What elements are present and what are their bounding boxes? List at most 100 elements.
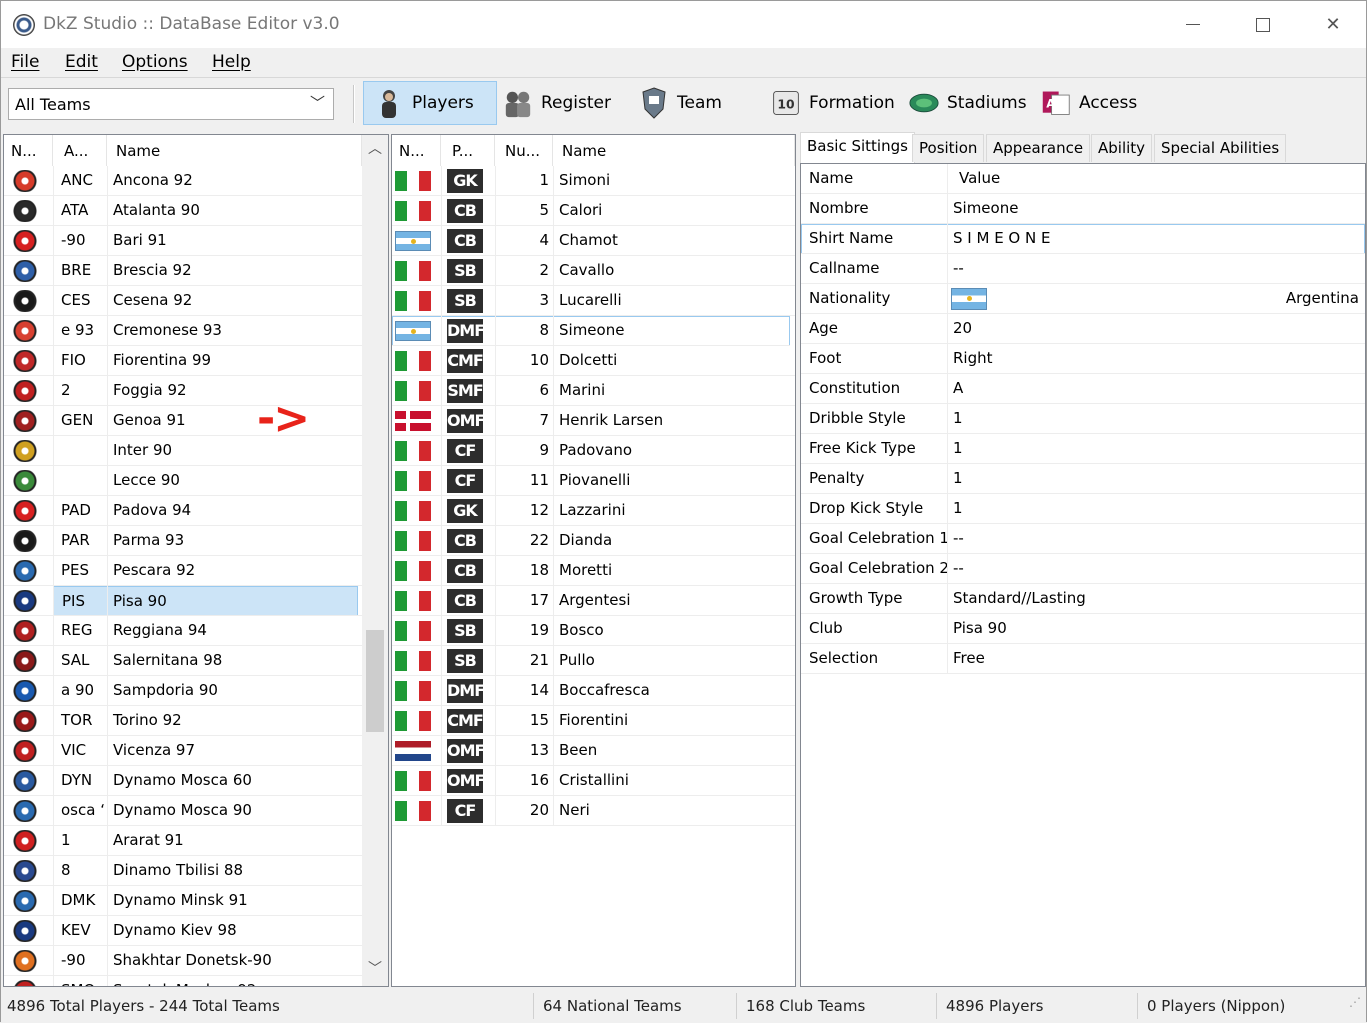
property-row[interactable]: Nombre Simeone	[801, 194, 1365, 224]
team-row[interactable]: 8 Dinamo Tbilisi 88	[4, 856, 362, 886]
player-row[interactable]: SB 3 Lucarelli	[392, 286, 795, 316]
column-header-position[interactable]: P...	[441, 135, 495, 166]
maximize-button[interactable]	[1228, 1, 1298, 48]
formation-button[interactable]: 10 Formation	[771, 81, 895, 125]
player-row[interactable]: CB 17 Argentesi	[392, 586, 795, 616]
team-row[interactable]: SMOSpartak Moskva 92	[4, 976, 362, 986]
team-row[interactable]: PIS Pisa 90	[4, 586, 362, 616]
register-button[interactable]: Register	[503, 81, 611, 125]
property-row[interactable]: Growth Type Standard//Lasting	[801, 584, 1365, 614]
player-row[interactable]: SMF 6 Marini	[392, 376, 795, 406]
teams-scrollbar[interactable]: ︿ ﹀	[362, 135, 388, 986]
column-header-nationality[interactable]: N...	[392, 135, 441, 166]
team-row[interactable]: GEN Genoa 91	[4, 406, 362, 436]
menu-options[interactable]: Options	[122, 52, 188, 72]
player-row[interactable]: GK 1 Simoni	[392, 166, 795, 196]
team-row[interactable]: ANC Ancona 92	[4, 166, 362, 196]
column-header-name[interactable]: Name	[107, 135, 362, 166]
team-row[interactable]: PES Pescara 92	[4, 556, 362, 586]
menu-edit[interactable]: Edit	[65, 52, 98, 72]
property-row[interactable]: Callname --	[801, 254, 1365, 284]
property-row[interactable]: Goal Celebration 1 --	[801, 524, 1365, 554]
close-button[interactable]: ✕	[1298, 1, 1367, 48]
access-button[interactable]: A Access	[1041, 81, 1137, 125]
property-row[interactable]: Goal Celebration 2 --	[801, 554, 1365, 584]
player-row[interactable]: OMF 16 Cristallini	[392, 766, 795, 796]
team-row[interactable]: 2 Foggia 92	[4, 376, 362, 406]
tab-ability[interactable]: Ability	[1091, 134, 1153, 162]
team-row[interactable]: ATA Atalanta 90	[4, 196, 362, 226]
teams-list[interactable]: N... A... Name ANC Ancona 92 ATA Atalanta 9…	[3, 134, 389, 987]
team-row[interactable]: TOR Torino 92	[4, 706, 362, 736]
team-row[interactable]: Lecce 90	[4, 466, 362, 496]
team-row[interactable]: PAR Parma 93	[4, 526, 362, 556]
property-grid[interactable]: Name Value Nombre Simeone Shirt Name S I M …	[800, 163, 1366, 987]
player-row[interactable]: CF 9 Padovano	[392, 436, 795, 466]
column-header-number[interactable]: Nu...	[495, 135, 553, 166]
menu-file[interactable]: File	[11, 52, 39, 72]
property-row[interactable]: Club Pisa 90	[801, 614, 1365, 644]
players-list[interactable]: N... P... Nu... Name GK 1 Simoni CB 5 Calori C…	[391, 134, 796, 987]
player-row[interactable]: CMF 15 Fiorentini	[392, 706, 795, 736]
team-row[interactable]: VIC Vicenza 97	[4, 736, 362, 766]
player-row[interactable]: CB 22 Dianda	[392, 526, 795, 556]
column-header-abbr[interactable]: A...	[53, 135, 107, 166]
player-row[interactable]: CF 20 Neri	[392, 796, 795, 826]
property-row[interactable]: Dribble Style 1	[801, 404, 1365, 434]
property-row[interactable]: Selection Free	[801, 644, 1365, 674]
property-row[interactable]: Age 20	[801, 314, 1365, 344]
property-row[interactable]: Penalty 1	[801, 464, 1365, 494]
team-row[interactable]: SAL Salernitana 98	[4, 646, 362, 676]
player-row[interactable]: DMF 14 Boccafresca	[392, 676, 795, 706]
player-row[interactable]: SB 21 Pullo	[392, 646, 795, 676]
property-row[interactable]: Free Kick Type 1	[801, 434, 1365, 464]
property-row[interactable]: Drop Kick Style 1	[801, 494, 1365, 524]
player-row[interactable]: SB 2 Cavallo	[392, 256, 795, 286]
team-row[interactable]: DMK Dynamo Minsk 91	[4, 886, 362, 916]
player-row[interactable]: OMF 7 Henrik Larsen	[392, 406, 795, 436]
column-header-number[interactable]: N...	[4, 135, 53, 166]
tab-special-abilities[interactable]: Special Abilities	[1154, 134, 1287, 162]
property-row[interactable]: Nationality Argentina	[801, 284, 1365, 314]
team-filter-select[interactable]: All Teams ﹀	[8, 88, 334, 120]
player-row[interactable]: CB 5 Calori	[392, 196, 795, 226]
team-row[interactable]: REG Reggiana 94	[4, 616, 362, 646]
scroll-thumb[interactable]	[366, 630, 384, 732]
player-row[interactable]: CMF 10 Dolcetti	[392, 346, 795, 376]
team-row[interactable]: CES Cesena 92	[4, 286, 362, 316]
tab-position[interactable]: Position	[912, 134, 985, 162]
scroll-up-icon[interactable]: ︿	[362, 138, 388, 164]
property-row[interactable]: Foot Right	[801, 344, 1365, 374]
resize-grip-icon[interactable]: ⋰	[1349, 995, 1361, 1009]
team-row[interactable]: -90 Bari 91	[4, 226, 362, 256]
property-row[interactable]: Constitution A	[801, 374, 1365, 404]
team-row[interactable]: 1 Ararat 91	[4, 826, 362, 856]
team-row[interactable]: DYN Dynamo Mosca 60	[4, 766, 362, 796]
player-row[interactable]: DMF 8 Simeone	[392, 316, 790, 346]
player-row[interactable]: CF 11 Piovanelli	[392, 466, 795, 496]
team-row[interactable]: e 93 Cremonese 93	[4, 316, 362, 346]
minimize-button[interactable]	[1158, 1, 1228, 48]
tab-basic-settings[interactable]: Basic Sittings	[800, 132, 915, 163]
player-row[interactable]: GK 12 Lazzarini	[392, 496, 795, 526]
team-row[interactable]: PAD Padova 94	[4, 496, 362, 526]
column-header-name[interactable]: Name	[553, 135, 795, 166]
team-row[interactable]: -90 Shakhtar Donetsk-90	[4, 946, 362, 976]
team-row[interactable]: BRE Brescia 92	[4, 256, 362, 286]
player-row[interactable]: SB 19 Bosco	[392, 616, 795, 646]
property-row[interactable]: Shirt Name S I M E O N E	[801, 224, 1365, 254]
tab-appearance[interactable]: Appearance	[986, 134, 1091, 162]
player-row[interactable]: CB 4 Chamot	[392, 226, 795, 256]
players-button[interactable]: Players	[363, 81, 497, 125]
stadiums-button[interactable]: Stadiums	[909, 81, 1027, 125]
team-button[interactable]: Team	[639, 81, 722, 125]
player-row[interactable]: OMF 13 Been	[392, 736, 795, 766]
team-row[interactable]: KEV Dynamo Kiev 98	[4, 916, 362, 946]
team-row[interactable]: FIO Fiorentina 99	[4, 346, 362, 376]
scroll-down-icon[interactable]: ﹀	[362, 958, 388, 984]
menu-help[interactable]: Help	[212, 52, 251, 72]
team-row[interactable]: Inter 90	[4, 436, 362, 466]
team-row[interactable]: osca ‘ Dynamo Mosca 90	[4, 796, 362, 826]
team-row[interactable]: a 90 Sampdoria 90	[4, 676, 362, 706]
player-row[interactable]: CB 18 Moretti	[392, 556, 795, 586]
